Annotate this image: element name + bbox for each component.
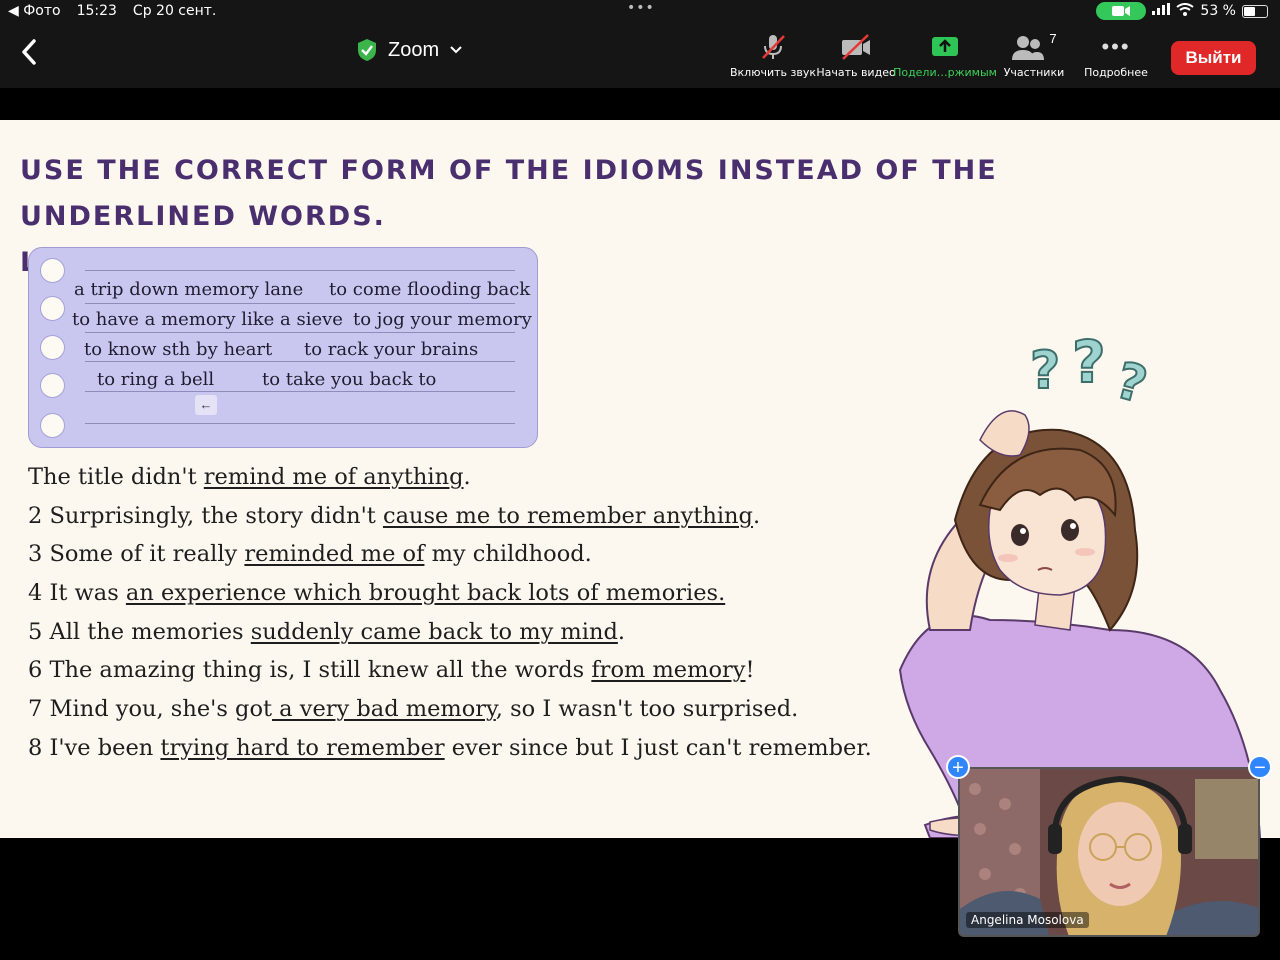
arrow-left-icon[interactable]: ← bbox=[195, 395, 217, 415]
status-time: 15:23 bbox=[76, 3, 117, 19]
underlined-phrase: from memory bbox=[591, 657, 746, 683]
binder-hole bbox=[40, 373, 65, 398]
exercise-sentence: 2 Surprisingly, the story didn't cause m… bbox=[28, 503, 761, 529]
chevron-left-icon bbox=[22, 39, 36, 65]
shield-check-icon bbox=[358, 39, 376, 61]
idiom-item: to know sth by heart bbox=[84, 339, 273, 360]
status-date: Ср 20 сент. bbox=[132, 3, 217, 19]
unmute-label: Включить звук bbox=[729, 66, 816, 79]
multitasking-dots-icon[interactable]: ••• bbox=[627, 0, 655, 16]
underlined-phrase: trying hard to remember bbox=[160, 735, 445, 761]
idiom-notebook-card: a trip down memory lane to come flooding… bbox=[28, 247, 538, 448]
share-content-button[interactable]: Подели…ржимым bbox=[893, 32, 997, 79]
exercise-sentence: 7 Mind you, she's got a very bad memory,… bbox=[28, 696, 799, 722]
back-to-app-link[interactable]: ◀ Фото bbox=[8, 3, 61, 19]
idiom-item: to ring a bell bbox=[97, 369, 215, 390]
more-button[interactable]: ••• Подробнее bbox=[1071, 32, 1161, 79]
participants-icon: 7 bbox=[1011, 30, 1057, 62]
exercise-sentence: 5 All the memories suddenly came back to… bbox=[28, 619, 626, 645]
idiom-item: to come flooding back bbox=[329, 279, 531, 300]
underlined-phrase: a very bad memory bbox=[272, 696, 496, 722]
underlined-phrase: reminded me of bbox=[244, 541, 425, 567]
participant-name: Angelina Mosolova bbox=[966, 912, 1089, 928]
start-video-button[interactable]: Начать видео bbox=[811, 32, 901, 79]
microphone-muted-icon bbox=[758, 32, 788, 62]
more-dots-icon: ••• bbox=[1101, 34, 1131, 59]
exercise-sentence: 3 Some of it really reminded me of my ch… bbox=[28, 541, 592, 567]
battery-icon bbox=[1242, 4, 1268, 18]
binder-hole bbox=[40, 258, 65, 283]
start-video-label: Начать видео bbox=[816, 66, 896, 79]
shared-slide: Use the correct form of the idioms inste… bbox=[0, 120, 1280, 838]
idiom-item: a trip down memory lane bbox=[74, 279, 304, 300]
participants-count: 7 bbox=[1049, 30, 1057, 46]
idiom-item: to rack your brains bbox=[304, 339, 479, 360]
more-label: Подробнее bbox=[1084, 66, 1148, 79]
notebook-rule bbox=[85, 361, 515, 362]
wifi-icon bbox=[1176, 2, 1195, 20]
cellular-signal-icon bbox=[1152, 3, 1171, 19]
battery-percent: 53 % bbox=[1200, 3, 1236, 19]
underlined-phrase: remind me of anything bbox=[203, 464, 464, 490]
camera-in-use-icon bbox=[1096, 2, 1147, 20]
underlined-phrase: suddenly came back to my mind bbox=[250, 619, 618, 645]
notebook-rule bbox=[85, 303, 515, 304]
notebook-rule bbox=[85, 332, 515, 333]
slide-title-line-1: Use the correct form of the idioms inste… bbox=[20, 155, 998, 232]
add-plus-icon[interactable]: + bbox=[946, 755, 970, 779]
leave-meeting-button[interactable]: Выйти bbox=[1171, 41, 1256, 75]
exercise-sentence: The title didn't remind me of anything. bbox=[28, 464, 471, 490]
notebook-rule bbox=[85, 270, 515, 271]
notebook-rule bbox=[85, 423, 515, 424]
share-screen-icon bbox=[930, 32, 960, 62]
minimize-minus-icon[interactable]: − bbox=[1248, 755, 1272, 779]
svg-text:?: ? bbox=[1072, 330, 1106, 396]
back-button[interactable] bbox=[16, 36, 44, 68]
video-off-icon bbox=[840, 32, 872, 62]
idiom-item: to take you back to bbox=[262, 369, 437, 390]
participants-button[interactable]: 7 Участники bbox=[989, 30, 1079, 80]
exercise-sentence: 4 It was an experience which brought bac… bbox=[28, 580, 726, 606]
meeting-title: Zoom bbox=[388, 38, 440, 61]
underlined-phrase: cause me to remember anything bbox=[382, 503, 753, 529]
meeting-title-dropdown[interactable]: Zoom bbox=[356, 38, 463, 62]
question-marks-icon: ? ? ? bbox=[1029, 330, 1154, 416]
idiom-item: to have a memory like a sieve bbox=[72, 309, 343, 330]
binder-hole bbox=[40, 296, 65, 321]
notebook-rule bbox=[85, 391, 515, 392]
participants-label: Участники bbox=[1003, 66, 1065, 79]
exercise-sentence: 8 I've been trying hard to remember ever… bbox=[28, 735, 872, 761]
chevron-down-icon bbox=[450, 46, 462, 54]
status-bar: ◀ Фото 15:23 Ср 20 сент. ••• 53 % bbox=[0, 0, 1280, 24]
share-content-label: Подели…ржимым bbox=[893, 66, 997, 79]
svg-text:?: ? bbox=[1110, 351, 1153, 415]
svg-text:?: ? bbox=[1030, 341, 1060, 401]
binder-hole bbox=[40, 413, 65, 438]
binder-hole bbox=[40, 335, 65, 360]
thinking-girl-illustration: ? ? ? bbox=[898, 330, 1262, 838]
exercise-sentence: 6 The amazing thing is, I still knew all… bbox=[28, 657, 755, 683]
unmute-button[interactable]: Включить звук bbox=[728, 32, 818, 79]
zoom-toolbar: Zoom Включить звук Начать видео Подели…р… bbox=[0, 24, 1280, 88]
idiom-item: to jog your memory bbox=[353, 309, 532, 330]
underlined-phrase: an experience which brought back lots of… bbox=[125, 580, 726, 606]
